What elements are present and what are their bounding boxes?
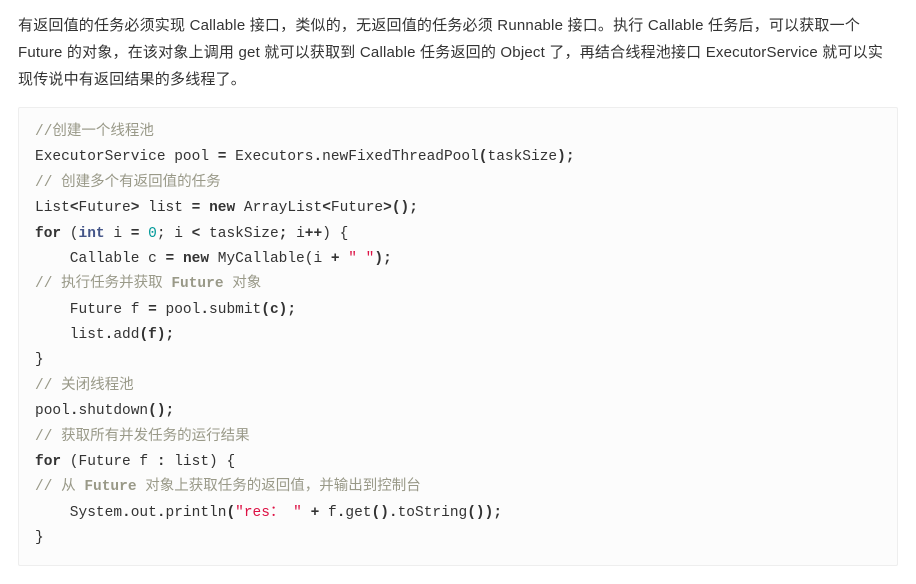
code-keyword: new [209,200,235,216]
code-op: + [331,251,340,267]
code-op: . [389,505,398,521]
code-op: . [200,302,209,318]
code-text: (Future f [61,454,157,470]
code-text: pool [35,403,70,419]
code-op: : [157,454,166,470]
code-comment: 对象上获取任务的返回值，并输出到控制台 [137,479,421,495]
code-text: toString [398,505,468,521]
code-op: (); [148,403,174,419]
code-comment: // 关闭线程池 [35,378,134,394]
code-op: ( [479,149,488,165]
code-op: (f); [139,327,174,343]
code-op: (); [392,200,418,216]
code-comment: //创建一个线程池 [35,124,154,140]
code-text [302,505,311,521]
code-comment: Future [171,276,223,292]
code-text: pool [157,302,201,318]
code-comment: Future [84,479,136,495]
code-text [200,200,209,216]
code-text: println [166,505,227,521]
code-text: list [139,200,191,216]
code-op: ++ [305,226,322,242]
code-text: Future [331,200,383,216]
code-op: ); [557,149,574,165]
code-text: i [287,226,304,242]
code-op: ( [226,505,235,521]
code-op: = [166,251,175,267]
code-text: Executors [226,149,313,165]
code-text [139,226,148,242]
code-comment: // 执行任务并获取 [35,276,171,292]
code-op: ); [374,251,391,267]
code-text: taskSize [200,226,278,242]
code-op: . [70,403,79,419]
code-comment: // 获取所有并发任务的运行结果 [35,429,250,445]
code-text [174,251,183,267]
code-op: () [372,505,389,521]
code-text: i [105,226,131,242]
code-op: > [383,200,392,216]
code-text: ) { [322,226,348,242]
code-op: . [313,149,322,165]
code-text: list) { [166,454,236,470]
code-text: add [113,327,139,343]
code-keyword: for [35,226,61,242]
code-text: list [35,327,105,343]
code-text: ExecutorService pool [35,149,218,165]
code-text: } [35,352,44,368]
code-op: + [311,505,320,521]
code-text: Future f [35,302,148,318]
code-text: taskSize [488,149,558,165]
code-op: . [157,505,166,521]
code-text: out [131,505,157,521]
code-comment: // 从 [35,479,84,495]
code-op: . [122,505,131,521]
code-text: } [35,530,44,546]
code-op: = [148,302,157,318]
code-op: < [70,200,79,216]
code-string: " " [348,251,374,267]
intro-paragraph: 有返回值的任务必须实现 Callable 接口，类似的，无返回值的任务必须 Ru… [18,12,898,93]
code-block: //创建一个线程池 ExecutorService pool = Executo… [18,107,898,566]
code-text: List [35,200,70,216]
code-text: submit [209,302,261,318]
code-number: 0 [148,226,157,242]
code-text: get [345,505,371,521]
code-text: ( [61,226,78,242]
code-text: MyCallable(i [209,251,331,267]
code-text: newFixedThreadPool [322,149,479,165]
code-keyword: for [35,454,61,470]
code-op: ()); [467,505,502,521]
code-text: ArrayList [235,200,322,216]
code-comment: 对象 [224,276,262,292]
code-string: "res： " [235,505,302,521]
code-text: System [35,505,122,521]
code-text: shutdown [79,403,149,419]
code-op: < [322,200,331,216]
code-text: Future [79,200,131,216]
code-text: Callable c [35,251,166,267]
code-text: ; i [157,226,192,242]
code-text [340,251,349,267]
code-comment: // 创建多个有返回值的任务 [35,175,221,191]
code-op: (c); [261,302,296,318]
code-keyword: new [183,251,209,267]
code-text: f [319,505,336,521]
code-type: int [79,226,105,242]
